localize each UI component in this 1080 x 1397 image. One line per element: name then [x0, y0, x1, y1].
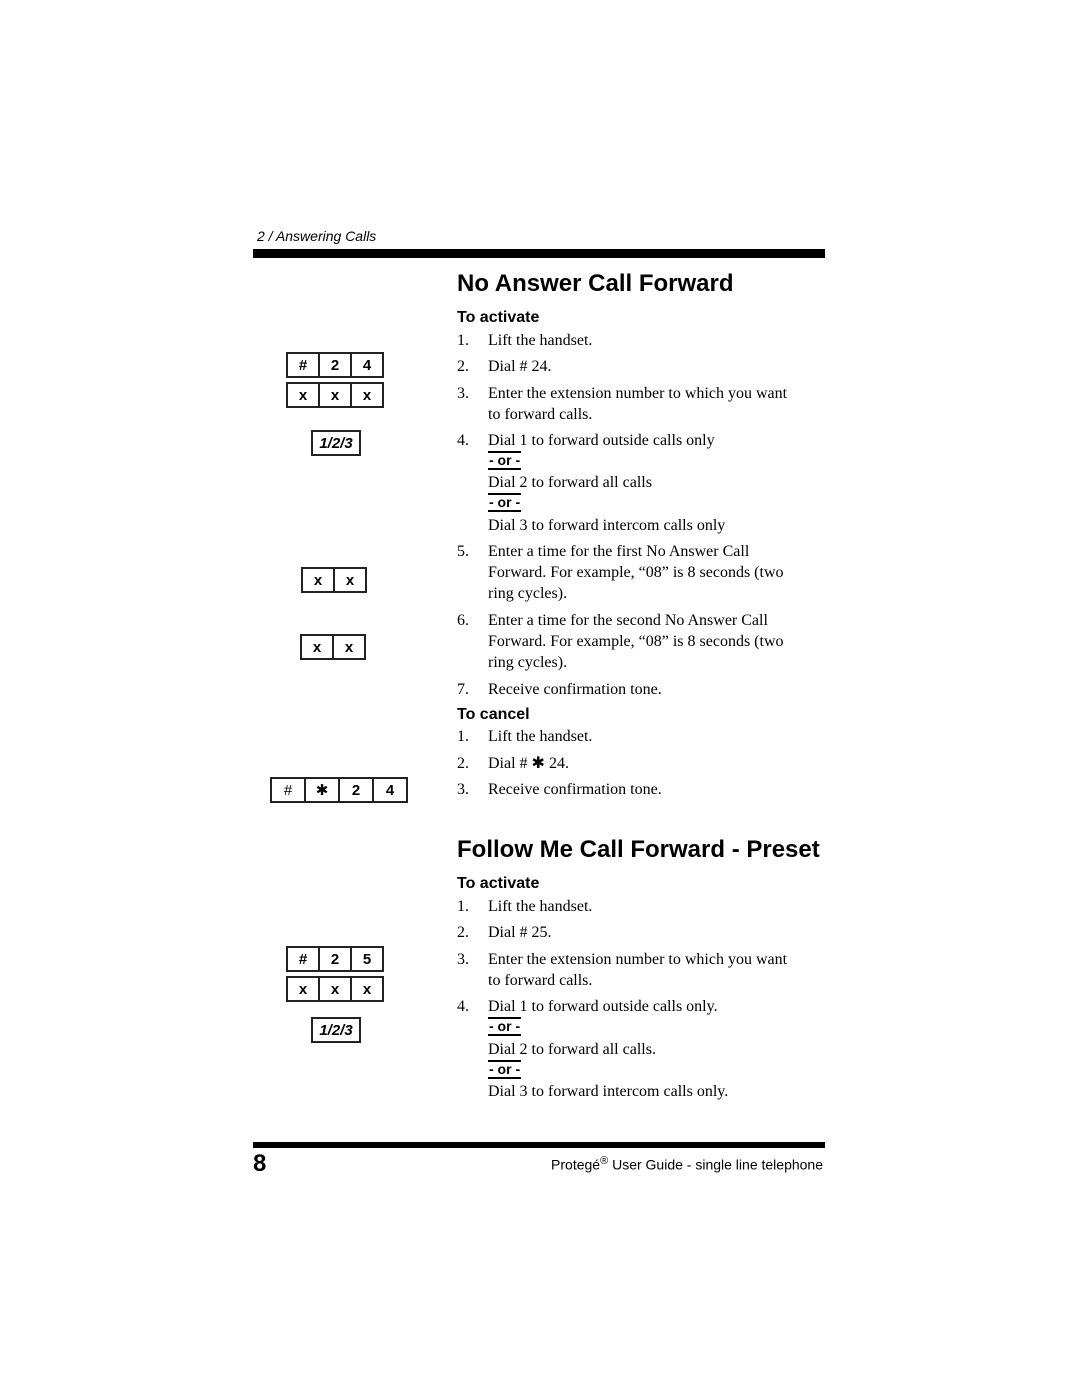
or-divider: - or -	[488, 1017, 522, 1036]
step-alternative: Dial 3 to forward intercom calls only.	[488, 1083, 729, 1100]
step-alternative: Dial 3 to forward intercom calls only	[488, 517, 726, 534]
key-star: ✱	[304, 777, 340, 803]
key-hash: #	[286, 352, 320, 378]
step-alternative: Dial 2 to forward all calls.	[488, 1041, 656, 1058]
subheading-cancel: To cancel	[457, 706, 530, 723]
keypad-first-time: x x	[301, 567, 367, 593]
key-placeholder: x	[333, 567, 367, 593]
keypad-option: 1/2/3	[311, 430, 361, 456]
key-placeholder: x	[300, 634, 334, 660]
section-title: Follow Me Call Forward - Preset	[457, 836, 820, 863]
running-head: 2 / Answering Calls	[257, 228, 377, 244]
key-placeholder: x	[318, 382, 352, 408]
key-placeholder: x	[318, 976, 352, 1002]
or-divider: - or -	[488, 1060, 522, 1079]
footer-rule	[253, 1142, 825, 1148]
key-placeholder: x	[350, 382, 384, 408]
keypad-dial-code: # 2 4	[286, 352, 384, 378]
keypad-dial-code: # 2 5	[286, 946, 384, 972]
key-digit: 5	[350, 946, 384, 972]
header-rule	[253, 249, 825, 258]
step-alternative: Dial 2 to forward all calls	[488, 474, 652, 491]
key-digit: 2	[318, 946, 352, 972]
key-placeholder: x	[301, 567, 335, 593]
keypad-option: 1/2/3	[311, 1017, 361, 1043]
key-digit: 2	[338, 777, 374, 803]
or-divider: - or -	[488, 451, 522, 470]
subheading-activate: To activate	[457, 309, 540, 326]
keypad-extension: x x x	[286, 382, 384, 408]
key-placeholder: x	[286, 976, 320, 1002]
keypad-cancel-code: # ✱ 2 4	[270, 777, 408, 803]
registered-mark: ®	[600, 1155, 609, 1167]
page-number: 8	[253, 1150, 267, 1177]
key-placeholder: x	[332, 634, 366, 660]
keypad-extension: x x x	[286, 976, 384, 1002]
key-placeholder: x	[286, 382, 320, 408]
keypad-second-time: x x	[300, 634, 366, 660]
key-hash: #	[286, 946, 320, 972]
key-digit: 2	[318, 352, 352, 378]
or-divider: - or -	[488, 493, 522, 512]
footer-title: Protegé® User Guide - single line teleph…	[551, 1155, 823, 1173]
section-title: No Answer Call Forward	[457, 270, 734, 297]
key-digit: 4	[372, 777, 408, 803]
key-hash: #	[270, 777, 306, 803]
key-placeholder: x	[350, 976, 384, 1002]
key-digit: 4	[350, 352, 384, 378]
subheading-activate: To activate	[457, 875, 540, 892]
